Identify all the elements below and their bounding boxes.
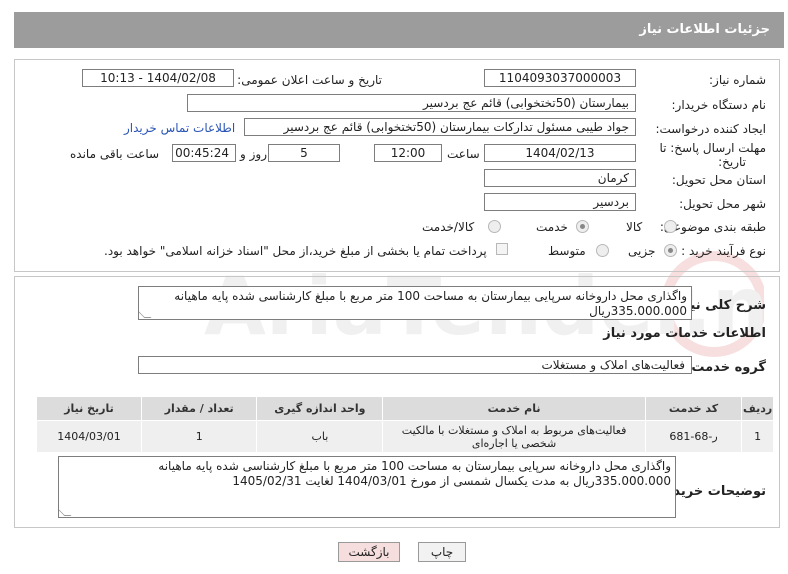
remaining-time-field: 00:45:24 — [172, 144, 236, 162]
col-header-need-date: تاریخ نیاز — [36, 396, 142, 421]
buyer-org-label: نام دستگاه خریدار: — [671, 98, 767, 112]
process-radio-minor[interactable] — [664, 244, 677, 257]
cell-service-code: ر-68-681 — [644, 420, 743, 453]
print-button[interactable]: چاپ — [418, 542, 466, 562]
category-option-service: خدمت — [536, 220, 568, 234]
province-field: کرمان — [484, 169, 636, 187]
summary-text: واگذاری محل داروخانه سرپایی بیمارستان به… — [174, 289, 687, 318]
resize-handle-icon[interactable] — [139, 311, 152, 318]
col-header-service-name: نام خدمت — [382, 396, 646, 421]
deadline-label-line1: مهلت ارسال پاسخ: تا — [659, 141, 766, 155]
deadline-time-field: 12:00 — [374, 144, 442, 162]
buyer-org-field: بیمارستان (50تختخوابی) قائم عج بردسیر — [187, 94, 636, 112]
buyer-notes-textarea[interactable]: واگذاری محل داروخانه سرپایی بیمارستان به… — [58, 456, 676, 518]
service-group-label: گروه خدمت: — [686, 360, 766, 375]
col-header-row-number: ردیف — [741, 396, 774, 421]
treasury-payment-note: پرداخت تمام یا بخشی از مبلغ خرید،از محل … — [104, 244, 487, 258]
process-radio-medium[interactable] — [596, 244, 609, 257]
requester-field: جواد طیبی مسئول تدارکات بیمارستان (50تخت… — [244, 118, 636, 136]
remaining-time-label: ساعت باقی مانده — [70, 147, 160, 161]
page-container: جزئیات اطلاعات نیاز AriaTender.neT شماره… — [4, 4, 784, 570]
category-radio-goods-service[interactable] — [488, 220, 501, 233]
deadline-label-line2: تاریخ: — [718, 155, 746, 169]
days-remaining-field: 5 — [268, 144, 340, 162]
services-table: ردیف کد خدمت نام خدمت واحد اندازه گیری ت… — [36, 396, 774, 453]
col-header-service-code: کد خدمت — [644, 396, 743, 421]
buyer-notes-text: واگذاری محل داروخانه سرپایی بیمارستان به… — [158, 459, 671, 488]
category-option-goods-service: کالا/خدمت — [422, 220, 475, 234]
process-label: نوع فرآیند خرید : — [681, 244, 766, 258]
days-label: روز و — [240, 147, 267, 161]
cell-service-name: فعالیت‌های مربوط به املاک و مستغلات با م… — [382, 420, 646, 453]
buyer-contact-link[interactable]: اطلاعات تماس خریدار — [124, 121, 235, 135]
table-header-row: ردیف کد خدمت نام خدمت واحد اندازه گیری ت… — [36, 396, 774, 421]
services-section-title: اطلاعات خدمات مورد نیاز — [603, 326, 766, 341]
need-number-field: 1104093037000003 — [484, 69, 636, 87]
category-radio-service[interactable] — [576, 220, 589, 233]
cell-unit: باب — [256, 420, 384, 453]
service-group-field: فعالیت‌های املاک و مستغلات — [138, 356, 692, 374]
col-header-unit: واحد اندازه گیری — [256, 396, 384, 421]
process-option-minor: جزیی — [628, 244, 656, 258]
process-option-medium: متوسط — [548, 244, 586, 258]
page-title: جزئیات اطلاعات نیاز — [639, 22, 770, 37]
cell-need-date: 1404/03/01 — [36, 420, 142, 453]
province-label: استان محل تحویل: — [671, 173, 766, 187]
col-header-quantity: تعداد / مقدار — [140, 396, 258, 421]
summary-textarea[interactable]: واگذاری محل داروخانه سرپایی بیمارستان به… — [138, 286, 692, 320]
deadline-date-field: 1404/02/13 — [484, 144, 636, 162]
city-field: بردسیر — [484, 193, 636, 211]
cell-row-number: 1 — [741, 420, 774, 453]
page-header: جزئیات اطلاعات نیاز — [14, 12, 784, 48]
need-info-panel — [14, 59, 780, 272]
category-option-goods: کالا — [626, 220, 643, 234]
announce-datetime-field: 1404/02/08 - 10:13 — [82, 69, 234, 87]
treasury-payment-checkbox[interactable] — [496, 243, 508, 255]
cell-quantity: 1 — [140, 420, 258, 453]
category-radio-goods[interactable] — [664, 220, 677, 233]
announce-datetime-label: تاریخ و ساعت اعلان عمومی: — [237, 73, 382, 87]
resize-handle-icon[interactable] — [59, 509, 72, 516]
back-button[interactable]: بازگشت — [338, 542, 400, 562]
requester-label: ایجاد کننده درخواست: — [655, 122, 766, 136]
table-row: 1 ر-68-681 فعالیت‌های مربوط به املاک و م… — [36, 420, 774, 453]
need-number-label: شماره نیاز: — [709, 73, 766, 87]
deadline-time-label: ساعت — [447, 147, 480, 161]
city-label: شهر محل تحویل: — [679, 197, 766, 211]
